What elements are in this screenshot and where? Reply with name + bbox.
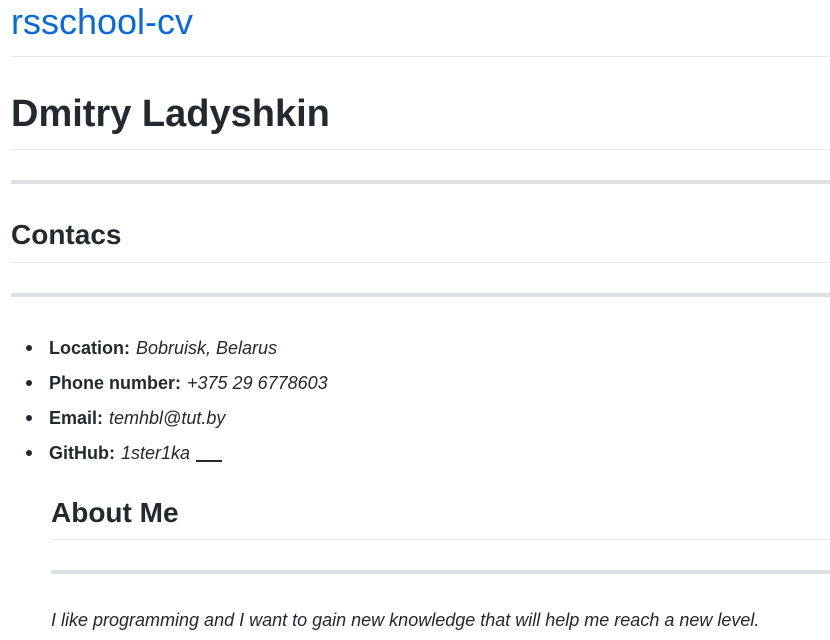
github-label: GitHub: [49,442,115,463]
horizontal-rule [11,180,830,184]
list-item-location: Location: Bobruisk, Belarus [26,330,328,365]
name-divider [11,149,830,150]
contacts-heading-divider [11,262,830,263]
list-item-github: GitHub: 1ster1ka [26,435,328,470]
contacts-heading: Contacs [11,219,122,250]
phone-value: +375 29 6778603 [187,372,328,393]
email-label: Email: [49,407,104,428]
location-label: Location: [49,337,130,358]
bullet-icon [26,379,32,386]
horizontal-rule [51,570,830,574]
phone-label: Phone number: [49,372,182,393]
list-item-email: Email: temhbl@tut.by [26,400,328,435]
about-heading-divider [51,539,830,540]
title-divider [11,56,830,57]
github-link[interactable]: 1ster1ka [121,439,190,467]
about-text: I like programming and I want to gain ne… [51,610,760,630]
horizontal-rule [11,293,830,297]
bullet-icon [26,449,32,456]
location-value: Bobruisk, Belarus [136,337,278,358]
contacts-list: Location: Bobruisk, Belarus Phone number… [26,330,328,470]
email-value: temhbl@tut.by [109,407,226,428]
page-title: Dmitry Ladyshkin [11,93,330,135]
list-item-phone: Phone number: +375 29 6778603 [26,365,328,400]
bullet-icon [26,344,32,351]
site-title-link[interactable]: rsschool-cv [11,0,193,44]
about-heading: About Me [51,497,179,528]
github-link-underline[interactable] [196,459,223,462]
bullet-icon [26,414,32,421]
